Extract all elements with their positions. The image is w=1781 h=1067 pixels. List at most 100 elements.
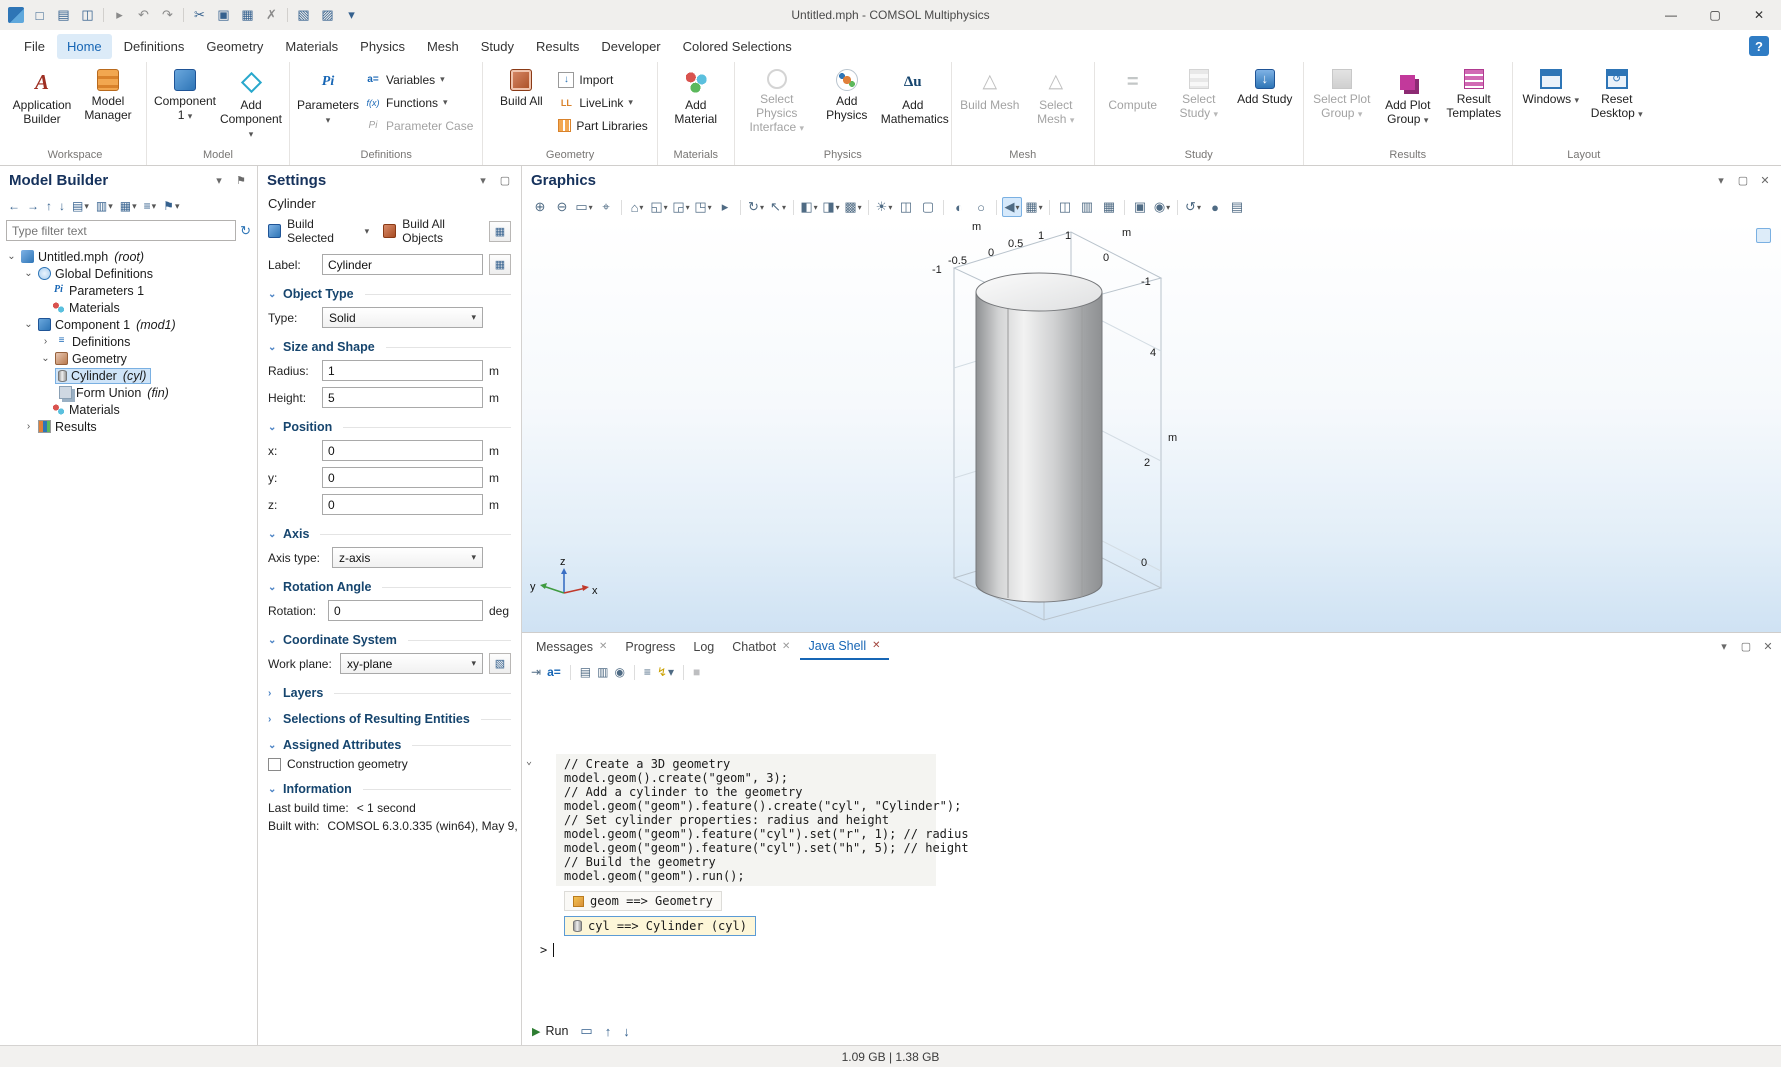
line-numbers-icon[interactable]: ≡ (644, 665, 651, 679)
cylinder-geometry[interactable] (976, 273, 1102, 602)
reset-hiding-icon[interactable]: ○ (971, 197, 991, 217)
back-icon[interactable]: ← (8, 199, 20, 213)
go-to-default-view-icon[interactable]: ⌂▾ (627, 197, 647, 217)
axis-type-select[interactable]: z-axis▾ (332, 547, 483, 568)
sync-view-icon[interactable]: ↺▾ (1183, 197, 1203, 217)
view-yz-icon[interactable]: ◲▾ (671, 197, 691, 217)
tab-completion-icon[interactable]: ⇥ (531, 665, 541, 679)
panel-menu-icon[interactable]: ▾ (1714, 174, 1728, 187)
section-axis[interactable]: ⌄Axis (268, 527, 511, 541)
tab-results[interactable]: Results (526, 34, 589, 59)
move-down-icon[interactable]: ↓ (59, 199, 65, 213)
model-settings-icon[interactable]: ▧ (295, 7, 312, 24)
zoom-in-icon[interactable]: ⊕ (530, 197, 550, 217)
tree-node-materials-component[interactable]: Materials (0, 401, 257, 418)
expander-icon[interactable]: › (23, 421, 34, 432)
open-icon[interactable]: ▤ (55, 7, 72, 24)
tab-java-shell[interactable]: Java Shell✕ (800, 634, 888, 660)
show-variables-icon[interactable]: a= (547, 665, 561, 679)
tab-mesh[interactable]: Mesh (417, 34, 469, 59)
tree-node-materials-global[interactable]: Materials (0, 299, 257, 316)
cut-icon[interactable]: ✂ (191, 7, 208, 24)
section-assigned-attributes[interactable]: ⌄Assigned Attributes (268, 738, 511, 752)
collapse-refresh-icon[interactable]: ↻ (240, 223, 251, 239)
close-tab-icon[interactable]: ✕ (872, 640, 880, 651)
preferences-icon[interactable]: ▨ (319, 7, 336, 24)
z-input[interactable] (322, 494, 483, 515)
copy-icon[interactable]: ▣ (215, 7, 232, 24)
move-up-icon[interactable]: ↑ (46, 199, 52, 213)
tab-messages[interactable]: Messages✕ (528, 635, 615, 659)
minimize-button[interactable]: — (1649, 0, 1693, 30)
tab-log[interactable]: Log (685, 635, 722, 659)
tab-geometry[interactable]: Geometry (196, 34, 273, 59)
filter-input[interactable] (6, 220, 236, 241)
paste-icon[interactable]: ▦ (239, 7, 256, 24)
zoom-box-icon[interactable]: ▭▾ (574, 197, 594, 217)
section-size-shape[interactable]: ⌄Size and Shape (268, 340, 511, 354)
tab-physics[interactable]: Physics (350, 34, 415, 59)
panel-menu-icon[interactable]: ▾ (476, 174, 490, 187)
show-options-icon[interactable]: ▤▾ (72, 199, 89, 213)
float-panel-icon[interactable]: ▢ (1736, 174, 1750, 187)
tree-node-geometry[interactable]: ⌄ Geometry (0, 350, 257, 367)
close-tab-icon[interactable]: ✕ (782, 641, 790, 652)
help-icon[interactable]: ? (1749, 36, 1769, 56)
new-file-icon[interactable]: □ (31, 7, 48, 24)
label-input[interactable] (322, 254, 483, 275)
forward-icon[interactable]: → (27, 199, 39, 213)
print-icon[interactable]: ▤ (1227, 197, 1247, 217)
y-input[interactable] (322, 467, 483, 488)
radius-input[interactable] (322, 360, 483, 381)
import-button[interactable]: ↓ Import (555, 70, 650, 89)
work-plane-select[interactable]: xy-plane▾ (340, 653, 483, 674)
close-button[interactable]: ✕ (1737, 0, 1781, 30)
view-zx-icon[interactable]: ◳▾ (693, 197, 713, 217)
add-study-button[interactable]: ↓ Add Study (1233, 66, 1297, 107)
appearance-icon[interactable]: ◧▾ (799, 197, 819, 217)
float-panel-icon[interactable]: ▢ (498, 174, 512, 187)
run-icon[interactable]: ▸ (111, 7, 128, 24)
panel-menu-icon[interactable]: ▾ (212, 174, 226, 187)
delete-icon[interactable]: ✗ (263, 7, 280, 24)
reset-desktop-button[interactable]: ↺ Reset Desktop ▾ (1585, 66, 1649, 121)
code-fold-icon[interactable]: ⌄ (526, 756, 532, 767)
type-select[interactable]: Solid▾ (322, 307, 483, 328)
view-xy-icon[interactable]: ◱▾ (649, 197, 669, 217)
zoom-extents-icon[interactable]: ⌖ (596, 197, 616, 217)
tab-progress[interactable]: Progress (617, 635, 683, 659)
component-1-button[interactable]: Component 1 ▾ (153, 66, 217, 123)
create-work-plane-icon[interactable]: ▧ (489, 653, 511, 674)
undo-icon[interactable]: ↶ (135, 7, 152, 24)
image-snapshot-icon[interactable]: ● (1205, 197, 1225, 217)
select-icon[interactable]: ↖▾ (768, 197, 788, 217)
expander-icon[interactable]: ⌄ (23, 268, 34, 279)
selection-colors-icon[interactable]: ◉▾ (1152, 197, 1172, 217)
add-physics-button[interactable]: Add Physics (815, 66, 879, 123)
result-chip-geometry[interactable]: geom ==> Geometry (564, 891, 722, 911)
collapse-all-icon[interactable]: ▤ (580, 665, 591, 679)
hide-selected-icon[interactable]: ◐ (949, 197, 969, 217)
section-layers[interactable]: ›Layers (268, 686, 511, 700)
console-keyboard-icon[interactable]: ▭ (580, 1023, 592, 1039)
environment-icon[interactable]: ▩▾ (843, 197, 863, 217)
tree-node-definitions[interactable]: › ≡ Definitions (0, 333, 257, 350)
tab-colored-selections[interactable]: Colored Selections (673, 34, 802, 59)
tree-node-form-union[interactable]: Form Union (fin) (0, 384, 257, 401)
tree-node-results[interactable]: › Results (0, 418, 257, 435)
parameters-button[interactable]: Pi Parameters ▾ (296, 66, 360, 127)
scene-light-icon[interactable]: ☀▾ (874, 197, 894, 217)
tab-definitions[interactable]: Definitions (114, 34, 195, 59)
expander-icon[interactable]: ⌄ (40, 353, 51, 364)
add-mathematics-button[interactable]: Δu Add Mathematics (881, 66, 945, 127)
show-output-icon[interactable]: ◉ (614, 665, 624, 679)
section-selections[interactable]: ›Selections of Resulting Entities (268, 712, 511, 726)
plot-table-icon[interactable]: ▦▾ (1024, 197, 1044, 217)
run-button[interactable]: ▶ Run (532, 1024, 568, 1038)
expander-icon[interactable]: › (40, 336, 51, 347)
tree-node-global-definitions[interactable]: ⌄ Global Definitions (0, 265, 257, 282)
list-options-icon[interactable]: ≡▾ (144, 199, 157, 213)
section-rotation-angle[interactable]: ⌄Rotation Angle (268, 580, 511, 594)
close-tab-icon[interactable]: ✕ (599, 641, 607, 652)
transparency-icon[interactable]: ◫ (896, 197, 916, 217)
